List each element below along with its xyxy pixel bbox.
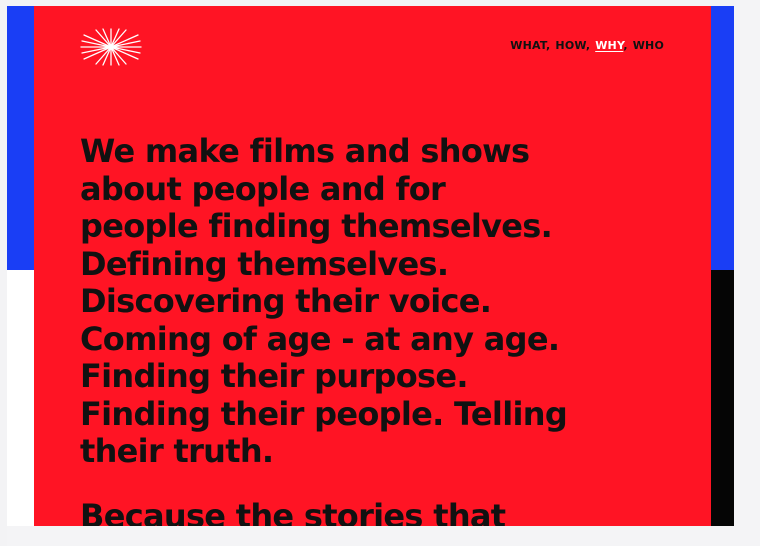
hero-line: Finding their purpose.	[80, 357, 469, 395]
hero-line: We make films and shows	[80, 132, 530, 170]
hero-heading: We make films and shows about people and…	[80, 132, 690, 471]
nav-separator: ,	[623, 39, 628, 52]
top-nav: WHAT, HOW, WHY, WHO	[510, 39, 664, 52]
hero-line: Finding their people. Telling	[80, 394, 568, 433]
nav-separator: ,	[585, 39, 591, 52]
hero-line: Defining themselves.	[80, 244, 449, 283]
hero-next-paragraph: Because the stories that	[80, 497, 506, 526]
page-viewport: WHAT, HOW, WHY, WHO We make films and shows…	[0, 0, 760, 546]
window-bottom-bar	[7, 526, 734, 546]
hero-line: people finding themselves.	[80, 207, 553, 245]
white-accent-strip	[7, 270, 35, 526]
nav-link-who[interactable]: WHO	[633, 39, 664, 52]
nav-link-how[interactable]: HOW	[555, 39, 585, 52]
nav-link-what[interactable]: WHAT	[510, 39, 546, 52]
hero-panel: WHAT, HOW, WHY, WHO We make films and shows…	[34, 6, 711, 526]
black-accent-strip	[710, 270, 734, 526]
window-right-scrollbar-area[interactable]	[734, 0, 760, 546]
hero-line: Discovering their voice.	[80, 282, 492, 320]
hero-line: their truth.	[80, 432, 274, 470]
nav-separator: ,	[546, 39, 551, 52]
hero-line: about people and for	[80, 169, 446, 208]
nav-link-why[interactable]: WHY	[595, 39, 623, 52]
hero-line: Coming of age - at any age.	[80, 319, 560, 358]
starburst-icon[interactable]	[80, 28, 142, 66]
